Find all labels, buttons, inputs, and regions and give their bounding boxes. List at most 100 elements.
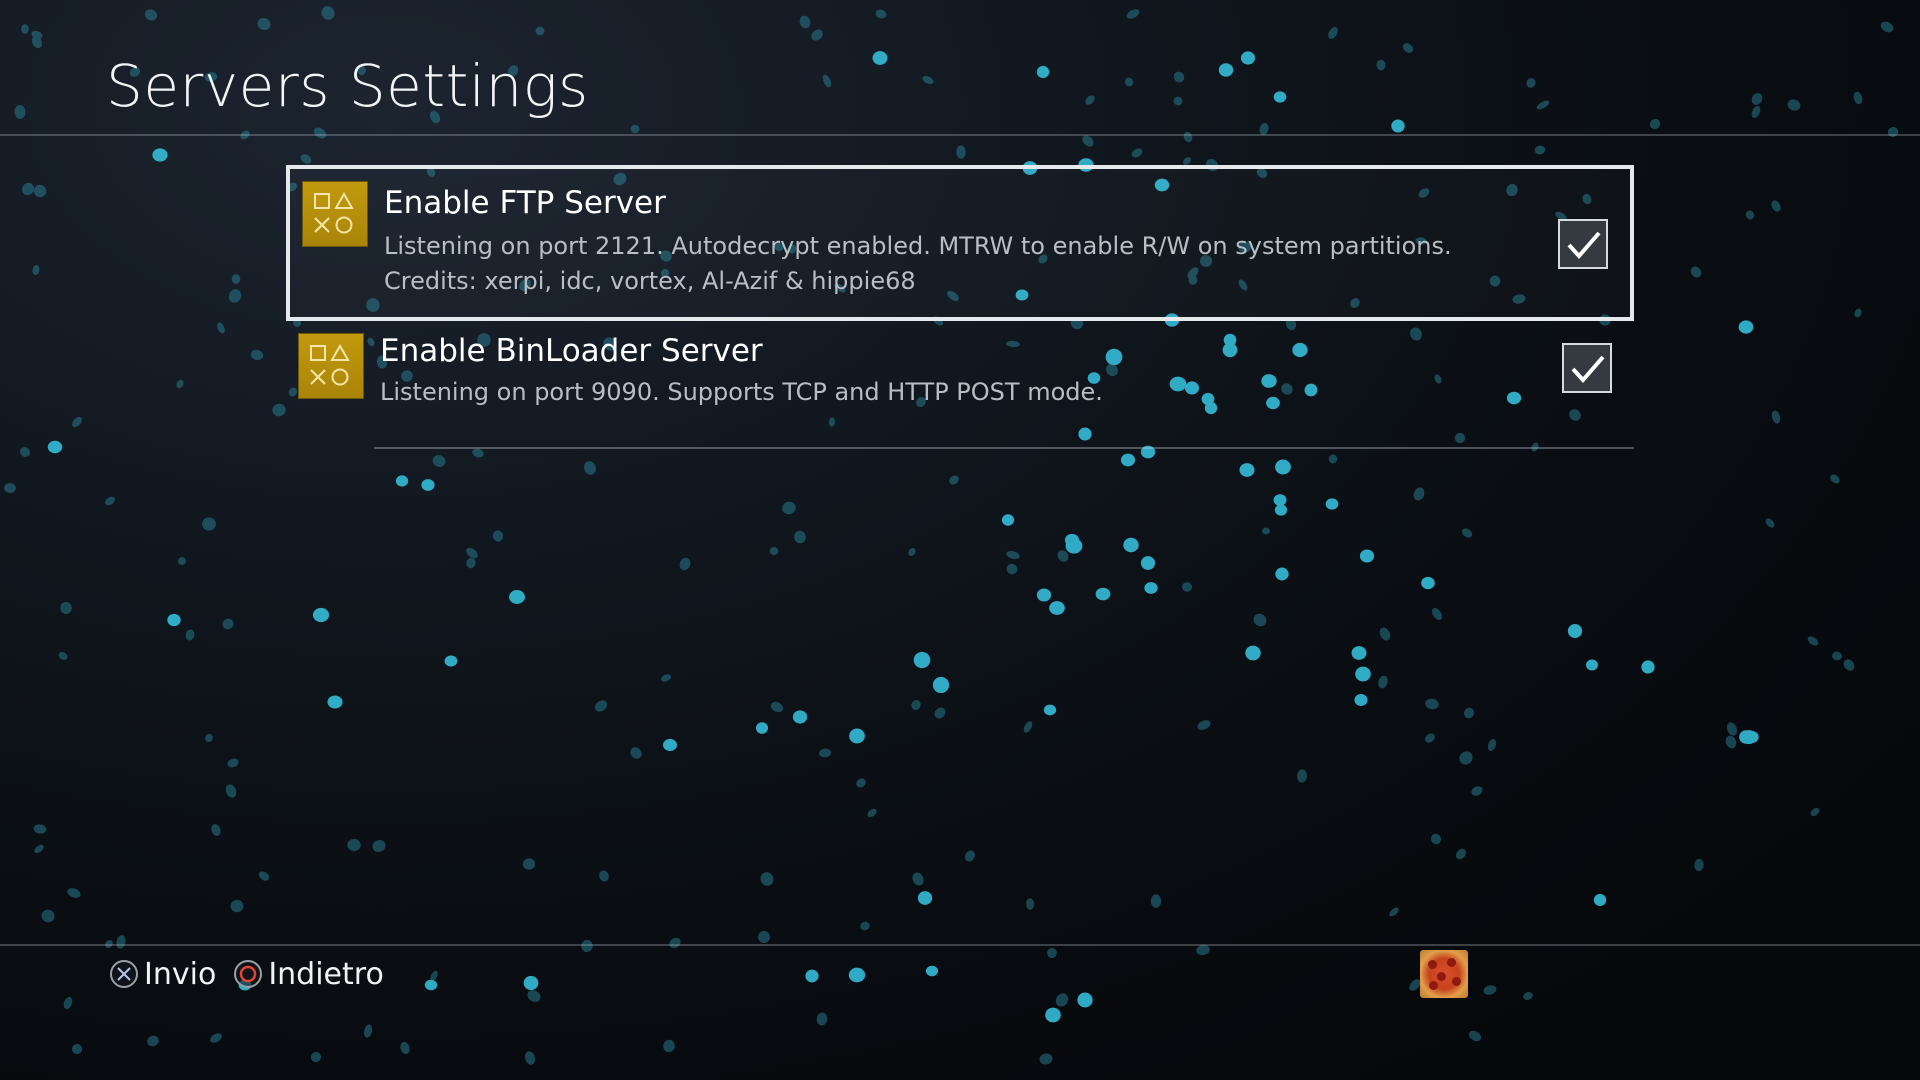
particle	[1245, 645, 1261, 661]
particle	[1064, 533, 1080, 547]
particle	[1077, 992, 1093, 1008]
particle	[1359, 549, 1375, 563]
particle	[1036, 65, 1050, 79]
particle	[822, 74, 832, 88]
particle	[466, 547, 478, 559]
particle	[1832, 651, 1842, 661]
particle	[1328, 454, 1338, 464]
particle	[1843, 659, 1855, 671]
confirm-hint[interactable]: Invio	[110, 957, 216, 992]
particle	[363, 1024, 373, 1038]
particle	[147, 1035, 159, 1047]
particle	[1694, 858, 1704, 872]
particle	[1830, 474, 1840, 484]
particle	[176, 379, 184, 389]
particle	[152, 148, 168, 162]
particle	[63, 996, 73, 1010]
particle	[1739, 730, 1753, 744]
particle	[1120, 453, 1136, 467]
particle	[21, 24, 29, 34]
particle	[913, 651, 931, 669]
particle	[1745, 730, 1759, 744]
particle	[1853, 91, 1863, 105]
particle	[662, 738, 678, 752]
particle	[421, 479, 435, 491]
particle	[1001, 514, 1015, 526]
particle	[41, 909, 55, 923]
particle	[347, 838, 361, 852]
particle	[19, 447, 31, 457]
particle	[679, 557, 691, 571]
list-divider	[374, 447, 1634, 449]
particle	[1854, 308, 1862, 318]
particle	[758, 930, 770, 944]
setting-item-ftp-server[interactable]: Enable FTP Server Listening on port 2121…	[286, 165, 1634, 321]
particle	[911, 699, 921, 711]
particle	[1741, 730, 1757, 744]
particle	[444, 655, 458, 667]
particle	[1459, 751, 1473, 765]
binloader-server-checkbox[interactable]	[1562, 343, 1612, 393]
particle	[1391, 119, 1405, 133]
footer-divider	[0, 944, 1920, 946]
particle	[1274, 504, 1288, 516]
particle	[1356, 668, 1370, 682]
particle	[872, 51, 888, 65]
particle	[755, 722, 769, 734]
particle	[205, 733, 213, 743]
particle	[1379, 627, 1391, 641]
particle	[116, 935, 126, 949]
back-label: Indietro	[268, 956, 384, 992]
background-particles	[4, 6, 1899, 1065]
setting-description-line: Listening on port 9090. Supports TCP and…	[380, 378, 1103, 406]
particle	[272, 403, 286, 417]
particle	[922, 75, 934, 85]
page-title: Servers Settings	[106, 52, 589, 120]
particle	[1725, 735, 1737, 749]
setting-item-binloader-server[interactable]: Enable BinLoader Server Listening on por…	[286, 325, 1634, 449]
particle	[33, 824, 47, 834]
particle	[1765, 518, 1775, 528]
particle	[1262, 527, 1270, 535]
particle	[327, 695, 343, 709]
ftp-server-checkbox[interactable]	[1558, 219, 1608, 269]
checkmark-icon	[1571, 355, 1605, 384]
particle	[1487, 739, 1497, 751]
particle	[1641, 660, 1655, 674]
particle	[1751, 105, 1761, 119]
particle	[1726, 722, 1738, 736]
setting-description: Listening on port 2121. Autodecrypt enab…	[384, 229, 1452, 299]
particle	[1523, 991, 1533, 1001]
particle	[799, 15, 811, 29]
particle	[1402, 43, 1414, 53]
particle	[770, 701, 784, 713]
back-hint[interactable]: Indietro	[234, 957, 384, 992]
particle	[1771, 410, 1781, 424]
particle	[1771, 200, 1781, 212]
particle	[1354, 694, 1368, 706]
particle	[1463, 707, 1475, 719]
particle	[210, 1033, 222, 1043]
setting-description-line: Credits: xerpi, idc, vortex, Al-Azif & h…	[384, 267, 916, 295]
particle	[875, 9, 887, 19]
particle	[1085, 95, 1095, 105]
particle	[202, 517, 216, 531]
particle	[32, 265, 40, 275]
particle	[581, 939, 593, 953]
setting-title: Enable BinLoader Server	[380, 333, 763, 369]
particle	[1887, 127, 1899, 137]
particle	[509, 590, 525, 604]
particle	[1253, 613, 1267, 627]
particle	[58, 651, 68, 661]
particle	[956, 145, 966, 159]
particle	[1745, 210, 1755, 220]
particle	[856, 778, 866, 788]
particle	[1413, 487, 1425, 501]
particle	[22, 182, 34, 196]
particle	[105, 496, 115, 506]
particle	[522, 858, 536, 870]
particle	[1483, 985, 1497, 995]
pizza-avatar-icon	[1420, 950, 1468, 998]
particle	[257, 17, 271, 31]
particle	[492, 530, 504, 542]
